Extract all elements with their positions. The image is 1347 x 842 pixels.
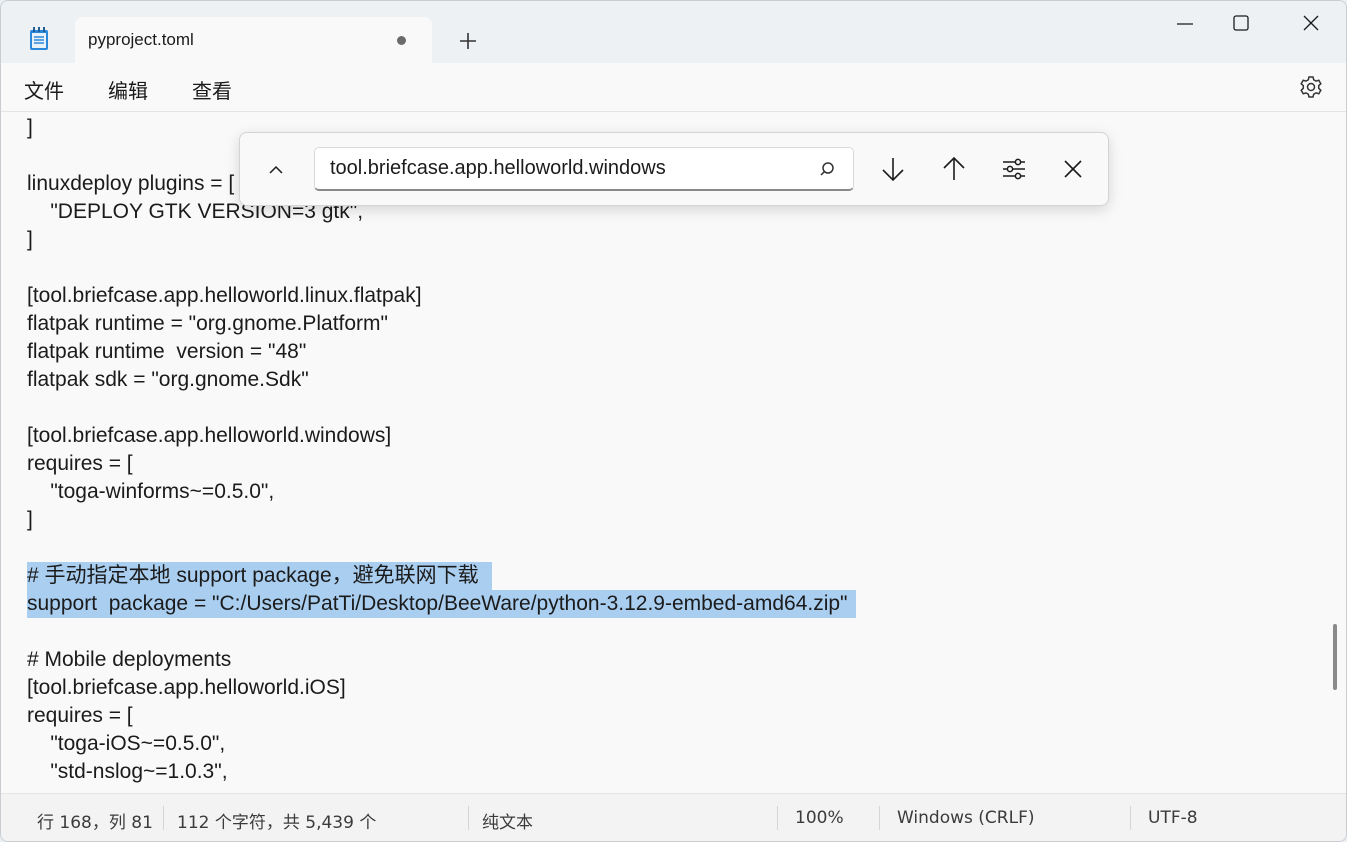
vertical-scrollbar-thumb[interactable] [1333, 624, 1337, 690]
code-line: "toga-iOS~=0.5.0", [27, 732, 226, 755]
code-line: requires = [ [27, 704, 133, 727]
status-divider [879, 806, 880, 830]
search-icon[interactable] [819, 160, 839, 180]
menu-edit[interactable]: 编辑 [108, 75, 148, 104]
text-editor[interactable]: ] linuxdeploy plugins = [ "DEPLOY GTK VE… [1, 112, 1346, 792]
code-line: [tool.briefcase.app.helloworld.iOS] [27, 676, 346, 699]
notepad-window: pyproject.toml 文件 编辑 查看] linuxdeploy pl… [0, 0, 1347, 842]
code-line: flatpak runtime = "org.gnome.Platform" [27, 312, 388, 335]
find-next-button[interactable] [877, 153, 909, 185]
close-icon [1064, 160, 1082, 178]
status-divider [777, 806, 778, 830]
plus-icon [460, 33, 476, 49]
status-divider [468, 806, 469, 830]
minimize-icon [1177, 23, 1193, 25]
minimize-button[interactable] [1165, 7, 1205, 39]
line-ending[interactable]: Windows (CRLF) [897, 808, 1035, 828]
tab-pyproject[interactable]: pyproject.toml [75, 17, 432, 63]
find-options-button[interactable] [998, 153, 1030, 185]
arrow-down-icon [882, 158, 904, 182]
code-line: # Mobile deployments [27, 648, 232, 671]
status-bar: 行 168，列 81 112 个字符，共 5,439 个 纯文本 100% Wi… [1, 793, 1346, 841]
menu-file[interactable]: 文件 [24, 75, 64, 104]
menu-view[interactable]: 查看 [192, 75, 232, 104]
arrow-up-icon [943, 156, 965, 180]
maximize-button[interactable] [1221, 7, 1261, 39]
maximize-icon [1233, 15, 1249, 31]
chevron-up-icon [269, 165, 283, 174]
character-count: 112 个字符，共 5,439 个 [177, 813, 377, 833]
code-line: [tool.briefcase.app.helloworld.linux.fla… [27, 284, 422, 307]
code-line: ] [27, 228, 33, 251]
sliders-icon [1003, 158, 1025, 180]
text-format: 纯文本 [482, 813, 533, 833]
code-line-selected: # 手动指定本地 support package，避免联网下载 [27, 562, 493, 590]
find-input[interactable]: tool.briefcase.app.helloworld.windows [314, 147, 854, 191]
menu-bar: 文件 编辑 查看 [1, 63, 1346, 112]
code-line: ] [27, 508, 33, 531]
zoom-level[interactable]: 100% [795, 808, 844, 828]
status-divider [163, 806, 164, 830]
code-line: ] [27, 116, 33, 139]
close-window-button[interactable] [1292, 7, 1332, 39]
status-divider [1130, 806, 1131, 830]
notepad-app-icon [29, 27, 49, 51]
code-line: linuxdeploy plugins = [ [27, 172, 235, 195]
toggle-replace-button[interactable] [260, 153, 292, 185]
code-line: flatpak sdk = "org.gnome.Sdk" [27, 368, 309, 391]
code-line: requires = [ [27, 452, 133, 475]
cursor-position: 行 168，列 81 [37, 813, 153, 833]
find-input-text: tool.briefcase.app.helloworld.windows [330, 157, 666, 179]
code-line: [tool.briefcase.app.helloworld.windows] [27, 424, 392, 447]
new-tab-button[interactable] [451, 25, 485, 55]
encoding[interactable]: UTF-8 [1148, 808, 1198, 828]
code-line: "toga-winforms~=0.5.0", [27, 480, 275, 503]
find-bar: tool.briefcase.app.helloworld.windows [239, 132, 1109, 206]
code-line: "std-nslog~=1.0.3", [27, 760, 228, 783]
unsaved-indicator-icon[interactable] [397, 36, 406, 45]
code-line: flatpak runtime version = "48" [27, 340, 307, 363]
tab-title: pyproject.toml [88, 30, 194, 49]
close-icon [1303, 15, 1319, 31]
code-line-selected: support package = "C:/Users/PatTi/Deskto… [27, 590, 856, 618]
title-bar: pyproject.toml [1, 1, 1346, 63]
close-find-button[interactable] [1057, 153, 1089, 185]
find-previous-button[interactable] [938, 153, 970, 185]
settings-gear-icon[interactable] [1298, 74, 1324, 100]
